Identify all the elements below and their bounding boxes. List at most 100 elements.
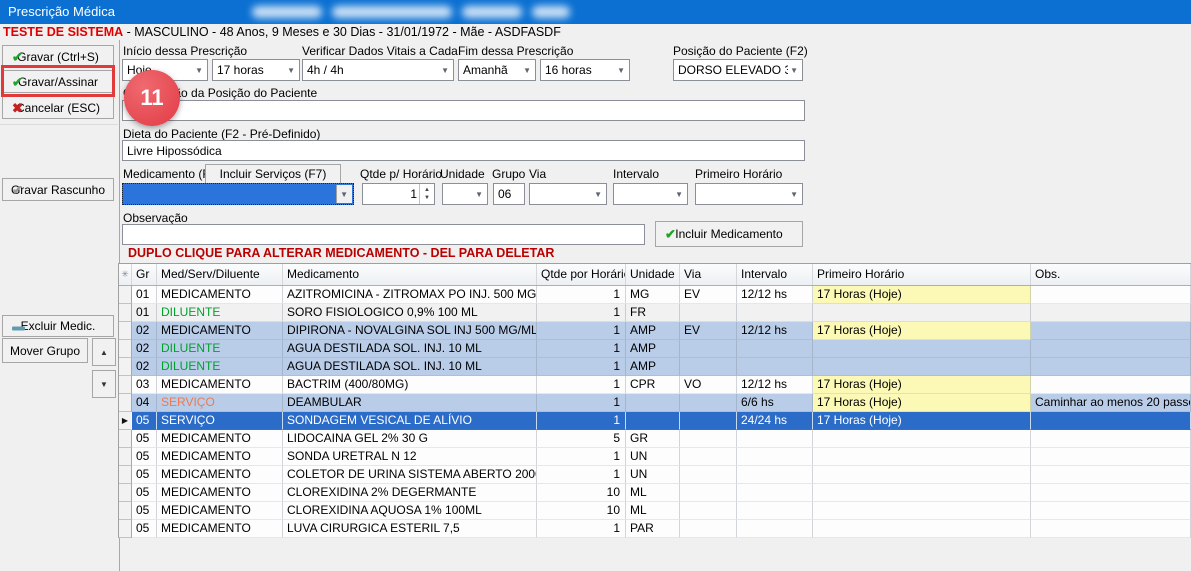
redacted-title-text bbox=[332, 6, 452, 18]
grupo-input[interactable]: 06 bbox=[493, 183, 525, 205]
move-group-up-button[interactable]: ▲ bbox=[92, 338, 116, 366]
cell-medicamento: AGUA DESTILADA SOL. INJ. 10 ML bbox=[283, 358, 537, 376]
spin-down-icon: ▼ bbox=[424, 195, 430, 201]
cell-primeiro-horario bbox=[813, 358, 1031, 376]
asterisk-icon[interactable]: ✳ bbox=[119, 264, 132, 285]
cell-primeiro-horario: 17 Horas (Hoje) bbox=[813, 322, 1031, 340]
cell-via: EV bbox=[680, 322, 737, 340]
grid-body: 01MEDICAMENTOAZITROMICINA - ZITROMAX PO … bbox=[119, 286, 1191, 538]
qtde-stepper[interactable]: 1 ▲▼ bbox=[362, 183, 435, 205]
chevron-down-icon: ▼ bbox=[340, 191, 348, 199]
move-group-button[interactable]: Mover Grupo bbox=[2, 338, 88, 363]
cell-qtde: 1 bbox=[537, 394, 626, 412]
cell-unidade: ML bbox=[626, 484, 680, 502]
cell-via: EV bbox=[680, 286, 737, 304]
incluir-medicamento-button[interactable]: ✔ Incluir Medicamento bbox=[655, 221, 803, 247]
intervalo-select[interactable]: ▼ bbox=[613, 183, 688, 205]
row-indicator bbox=[119, 286, 132, 304]
observacao-input[interactable] bbox=[122, 224, 645, 245]
fim-time-select[interactable]: 16 horas ▼ bbox=[540, 59, 630, 81]
spinner-arrows[interactable]: ▲▼ bbox=[419, 184, 434, 204]
cell-qtde: 5 bbox=[537, 430, 626, 448]
column-header-intervalo[interactable]: Intervalo bbox=[737, 264, 813, 285]
cell-obs bbox=[1031, 412, 1191, 430]
cell-primeiro-horario bbox=[813, 340, 1031, 358]
chevron-down-icon: ▼ bbox=[675, 191, 683, 199]
column-header-medicamento[interactable]: Medicamento bbox=[283, 264, 537, 285]
medicamento-select[interactable]: ▼ bbox=[122, 183, 354, 205]
cell-via bbox=[680, 448, 737, 466]
cell-qtde: 1 bbox=[537, 412, 626, 430]
table-header-row: ✳ Gr▲ Med/Serv/Diluente Medicamento Qtde… bbox=[119, 264, 1191, 286]
cell-intervalo bbox=[737, 448, 813, 466]
column-header-via[interactable]: Via bbox=[680, 264, 737, 285]
cell-tipo: DILUENTE bbox=[157, 358, 283, 376]
table-row[interactable]: 03MEDICAMENTOBACTRIM (400/80MG)1CPRVO12/… bbox=[119, 376, 1191, 394]
table-row[interactable]: ▶05SERVIÇOSONDAGEM VESICAL DE ALÍVIO124/… bbox=[119, 412, 1191, 430]
table-row[interactable]: 05MEDICAMENTOSONDA URETRAL N 121UN bbox=[119, 448, 1191, 466]
fim-time-value: 16 horas bbox=[545, 63, 613, 77]
inicio-time-select[interactable]: 17 horas ▼ bbox=[212, 59, 300, 81]
chevron-down-icon: ▼ bbox=[287, 67, 295, 75]
table-row[interactable]: 02DILUENTEAGUA DESTILADA SOL. INJ. 10 ML… bbox=[119, 358, 1191, 376]
cancel-button[interactable]: ✖ Cancelar (ESC) bbox=[2, 96, 114, 119]
table-row[interactable]: 02MEDICAMENTODIPIRONA - NOVALGINA SOL IN… bbox=[119, 322, 1191, 340]
cell-intervalo: 12/12 hs bbox=[737, 286, 813, 304]
table-row[interactable]: 01DILUENTESORO FISIOLOGICO 0,9% 100 ML1F… bbox=[119, 304, 1191, 322]
fim-date-select[interactable]: Amanhã ▼ bbox=[458, 59, 536, 81]
cell-medicamento: AGUA DESTILADA SOL. INJ. 10 ML bbox=[283, 340, 537, 358]
column-header-qtde[interactable]: Qtde por Horário bbox=[537, 264, 626, 285]
unidade-select[interactable]: ▼ bbox=[442, 183, 488, 205]
column-header-primeiro-horario[interactable]: Primeiro Horário bbox=[813, 264, 1031, 285]
cell-medicamento: AZITROMICINA - ZITROMAX PO INJ. 500 MG bbox=[283, 286, 537, 304]
row-indicator bbox=[119, 430, 132, 448]
table-row[interactable]: 05MEDICAMENTOCLOREXIDINA AQUOSA 1% 100ML… bbox=[119, 502, 1191, 520]
row-indicator bbox=[119, 484, 132, 502]
cell-qtde: 1 bbox=[537, 358, 626, 376]
table-row[interactable]: 05MEDICAMENTOCOLETOR DE URINA SISTEMA AB… bbox=[119, 466, 1191, 484]
cell-medicamento: LIDOCAINA GEL 2% 30 G bbox=[283, 430, 537, 448]
column-header-unidade[interactable]: Unidade bbox=[626, 264, 680, 285]
move-group-down-button[interactable]: ▼ bbox=[92, 370, 116, 398]
cell-intervalo bbox=[737, 520, 813, 538]
table-row[interactable]: 05MEDICAMENTOCLOREXIDINA 2% DEGERMANTE10… bbox=[119, 484, 1191, 502]
dieta-input[interactable]: Livre Hipossódica bbox=[122, 140, 805, 161]
cell-via bbox=[680, 484, 737, 502]
column-header-obs[interactable]: Obs. bbox=[1031, 264, 1191, 285]
obs-posicao-input[interactable] bbox=[122, 100, 805, 121]
column-header-gr[interactable]: Gr▲ bbox=[132, 264, 157, 285]
cell-medicamento: SONDAGEM VESICAL DE ALÍVIO bbox=[283, 412, 537, 430]
cell-primeiro-horario: 17 Horas (Hoje) bbox=[813, 376, 1031, 394]
table-row[interactable]: 05MEDICAMENTOLUVA CIRURGICA ESTERIL 7,51… bbox=[119, 520, 1191, 538]
column-header-tipo[interactable]: Med/Serv/Diluente bbox=[157, 264, 283, 285]
cell-qtde: 1 bbox=[537, 304, 626, 322]
redacted-title-text bbox=[252, 6, 322, 18]
vitais-select[interactable]: 4h / 4h ▼ bbox=[302, 59, 454, 81]
table-row[interactable]: 04SERVIÇODEAMBULAR16/6 hs17 Horas (Hoje)… bbox=[119, 394, 1191, 412]
cell-unidade: AMP bbox=[626, 340, 680, 358]
table-row[interactable]: 02DILUENTEAGUA DESTILADA SOL. INJ. 10 ML… bbox=[119, 340, 1191, 358]
table-row[interactable]: 01MEDICAMENTOAZITROMICINA - ZITROMAX PO … bbox=[119, 286, 1191, 304]
save-draft-button[interactable]: ✔ Gravar Rascunho bbox=[2, 178, 114, 201]
grid-warning-text: DUPLO CLIQUE PARA ALTERAR MEDICAMENTO - … bbox=[128, 246, 554, 260]
row-indicator bbox=[119, 304, 132, 322]
via-select[interactable]: ▼ bbox=[529, 183, 607, 205]
cell-gr: 05 bbox=[132, 430, 157, 448]
table-row[interactable]: 05MEDICAMENTOLIDOCAINA GEL 2% 30 G5GR bbox=[119, 430, 1191, 448]
primeiro-horario-select[interactable]: ▼ bbox=[695, 183, 803, 205]
inicio-time-value: 17 horas bbox=[217, 63, 283, 77]
qtde-label: Qtde p/ Horário bbox=[360, 167, 442, 181]
inicio-label: Início dessa Prescrição bbox=[123, 44, 247, 58]
delete-med-button[interactable]: Excluir Medic. bbox=[2, 315, 114, 337]
cell-medicamento: SORO FISIOLOGICO 0,9% 100 ML bbox=[283, 304, 537, 322]
primeiro-horario-label: Primeiro Horário bbox=[695, 167, 782, 181]
cell-tipo: MEDICAMENTO bbox=[157, 430, 283, 448]
posicao-select[interactable]: DORSO ELEVADO 30 G ▼ bbox=[673, 59, 803, 81]
chevron-down-icon: ▼ bbox=[617, 67, 625, 75]
incluir-servicos-button[interactable]: Incluir Serviços (F7) bbox=[205, 164, 341, 184]
cell-tipo: MEDICAMENTO bbox=[157, 502, 283, 520]
cell-obs bbox=[1031, 520, 1191, 538]
cell-obs bbox=[1031, 376, 1191, 394]
cell-via bbox=[680, 394, 737, 412]
move-group-button-label: Mover Grupo bbox=[10, 344, 80, 358]
